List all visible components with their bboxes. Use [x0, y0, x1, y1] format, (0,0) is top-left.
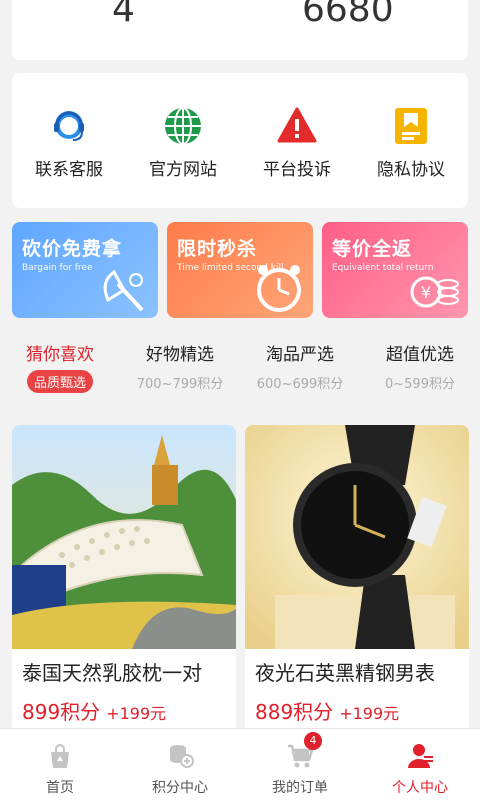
service-official-site[interactable]: 官方网站: [126, 73, 240, 208]
tab-guess-you-like[interactable]: 猜你喜欢 品质甄选: [0, 340, 120, 410]
tab-good-picks[interactable]: 好物精选 700~799积分: [120, 340, 240, 410]
price-extra: +199元: [339, 704, 400, 723]
nav-my-orders[interactable]: 4 我的订单: [240, 729, 360, 800]
promo-flash-sale[interactable]: 限时秒杀 Time limited second kill: [167, 222, 313, 318]
product-name: 夜光石英黑精钢男表: [255, 661, 435, 685]
clock-icon: [257, 265, 301, 312]
promo-total-return[interactable]: 等价全返 Equivalent total return ¥: [322, 222, 468, 318]
price-points: 899积分: [22, 700, 101, 724]
service-label: 联系客服: [35, 160, 103, 180]
promo-bargain[interactable]: 砍价免费拿 Bargain for free: [12, 222, 158, 318]
nav-personal-center[interactable]: 个人中心: [360, 729, 480, 800]
svg-text:¥: ¥: [421, 283, 431, 302]
service-contact-support[interactable]: 联系客服: [12, 73, 126, 208]
service-grid: 联系客服 官方网站 平台投诉 隐私协议: [12, 73, 468, 208]
nav-label: 个人中心: [392, 780, 448, 796]
stats-card: 4 6680: [12, 0, 468, 60]
tab-title: 淘品严选: [266, 345, 334, 365]
tab-value-picks[interactable]: 超值优选 0~599积分: [360, 340, 480, 410]
headset-icon: [48, 105, 90, 147]
product-price: 889积分 +199元: [245, 686, 469, 725]
category-tabs: 猜你喜欢 品质甄选 好物精选 700~799积分 淘品严选 600~699积分 …: [0, 340, 480, 410]
document-icon: [390, 105, 432, 147]
warning-icon: [276, 105, 318, 147]
product-image-pillow: [12, 425, 236, 649]
user-icon: [405, 741, 435, 771]
coins-icon: ¥: [410, 276, 459, 308]
product-card[interactable]: 夜光石英黑精钢男表 889积分 +199元: [245, 425, 469, 735]
stat-left-value: 4: [112, 0, 135, 30]
nav-label: 首页: [46, 780, 74, 796]
stat-right-value: 6680: [302, 0, 394, 30]
nav-home[interactable]: 首页: [0, 729, 120, 800]
nav-label: 积分中心: [152, 780, 208, 796]
product-price: 899积分 +199元: [12, 686, 236, 725]
service-complaint[interactable]: 平台投诉: [240, 73, 354, 208]
tab-subtitle: 0~599积分: [385, 377, 455, 392]
tab-subtitle: 600~699积分: [256, 377, 344, 392]
tab-title: 好物精选: [146, 345, 214, 365]
promo-title: 砍价免费拿: [22, 238, 123, 260]
bottom-nav: 首页 积分中心 4 我的订单 个人中心: [0, 728, 480, 800]
product-card[interactable]: 泰国天然乳胶枕一对 899积分 +199元: [12, 425, 236, 735]
tab-title: 猜你喜欢: [26, 345, 94, 365]
points-icon: [165, 741, 195, 771]
price-extra: +199元: [106, 704, 167, 723]
tab-title: 超值优选: [386, 345, 454, 365]
globe-icon: [162, 105, 204, 147]
product-image-watch: [245, 425, 469, 649]
service-label: 官方网站: [149, 160, 217, 180]
nav-label: 我的订单: [272, 780, 328, 796]
home-bag-icon: [45, 741, 75, 771]
promo-title: 限时秒杀: [177, 238, 258, 260]
tab-strict-selection[interactable]: 淘品严选 600~699积分: [240, 340, 360, 410]
service-privacy[interactable]: 隐私协议: [354, 73, 468, 208]
tab-subtitle: 700~799积分: [136, 377, 224, 392]
nav-points-center[interactable]: 积分中心: [120, 729, 240, 800]
tab-badge: 品质甄选: [26, 370, 93, 393]
cart-badge: 4: [304, 732, 322, 750]
service-label: 平台投诉: [263, 160, 331, 180]
product-name: 泰国天然乳胶枕一对: [22, 661, 202, 685]
service-label: 隐私协议: [377, 160, 445, 180]
price-points: 889积分: [255, 700, 334, 724]
axe-icon: [103, 269, 144, 312]
promo-title: 等价全返: [332, 238, 413, 260]
